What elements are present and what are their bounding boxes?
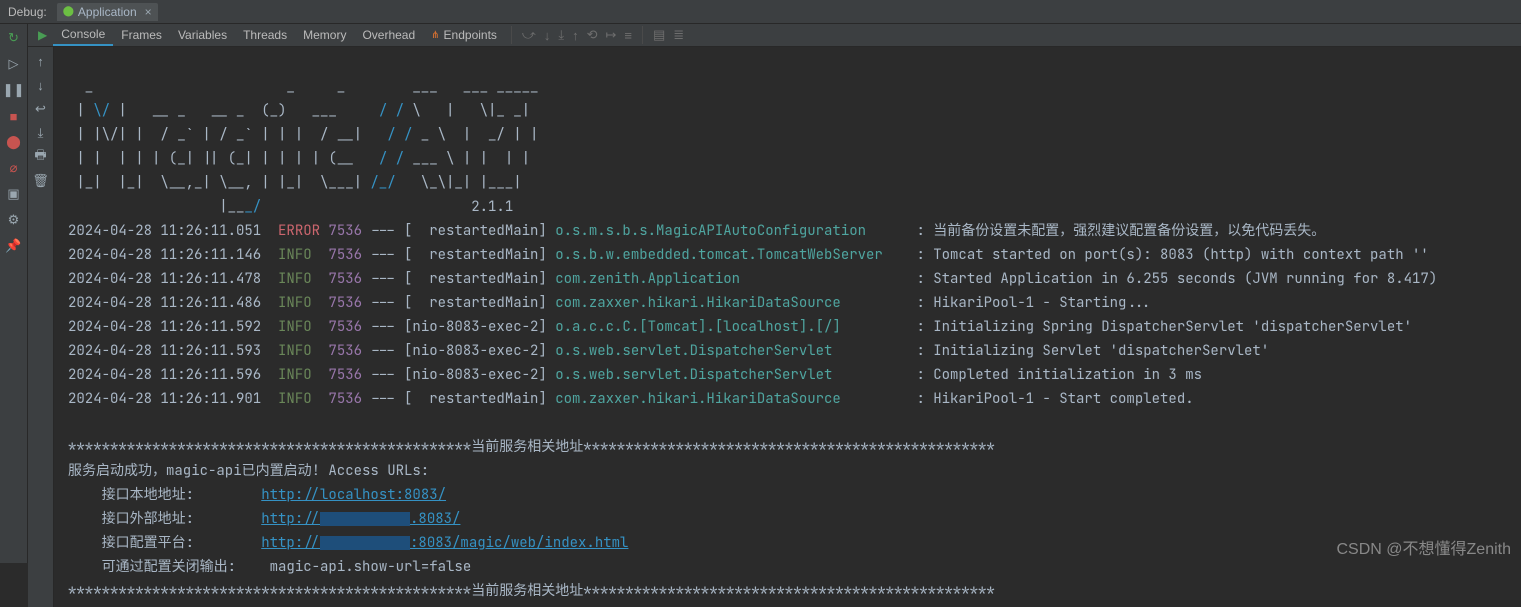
more-icon[interactable]: ≣ <box>669 24 688 46</box>
trace-icon[interactable]: ▤ <box>649 24 669 46</box>
endpoints-icon: ⋔ <box>431 30 439 41</box>
redacted-ip <box>320 536 410 550</box>
mute-breakpoints-icon[interactable]: ⌀ <box>6 160 22 176</box>
pin-icon[interactable]: 📌 <box>6 238 22 254</box>
step-into-icon[interactable]: ↓ <box>540 25 555 46</box>
url-cfg-label: 接口配置平台: <box>102 534 194 552</box>
banner-line: |_| |_| \__,_| \__, | |_| \___| /_/ \_\|… <box>68 174 522 192</box>
watermark: CSDN @不想懂得Zenith <box>1337 535 1512 559</box>
memory-tab[interactable]: Memory <box>295 25 354 45</box>
url-config[interactable]: http://:8083/magic/web/index.html <box>261 534 628 552</box>
separator <box>511 26 512 44</box>
scroll-to-end-icon[interactable]: ⤓ <box>33 125 49 141</box>
debug-toolbar: ▶ Console Frames Variables Threads Memor… <box>28 24 1521 47</box>
rerun-icon[interactable]: ↻ <box>6 30 22 46</box>
step-over-icon[interactable]: ⤻ <box>518 24 540 46</box>
close-icon[interactable]: × <box>145 5 152 19</box>
redacted-ip <box>320 512 410 526</box>
evaluate-icon[interactable]: ≡ <box>620 25 636 46</box>
log-line: 2024-04-28 11:26:11.486 INFO 7536 --- [ … <box>68 291 1513 315</box>
threads-tab[interactable]: Threads <box>235 25 295 45</box>
separator <box>642 26 643 44</box>
step-out-icon[interactable]: ↑ <box>568 25 583 46</box>
print-icon[interactable]: 🖶 <box>33 149 49 165</box>
soft-wrap-icon[interactable]: ↩ <box>33 101 49 117</box>
resume-icon[interactable]: ▷ <box>6 56 22 72</box>
breakpoints-icon[interactable]: ⬤ <box>6 134 22 150</box>
scroll-up-icon[interactable]: ↑ <box>33 53 49 69</box>
frames-tab[interactable]: Frames <box>113 25 170 45</box>
drop-frame-icon[interactable]: ⟲ <box>583 24 602 46</box>
force-step-into-icon[interactable]: ⤓ <box>554 24 568 46</box>
banner-line: |___/ 2.1.1 <box>68 198 513 216</box>
settings-icon[interactable]: ⚙ <box>6 212 22 228</box>
run-to-cursor-icon[interactable]: ↦ <box>601 24 620 46</box>
banner-line: | \/ | __ _ __ _ (_) ___ / / \ | \|_ _| <box>68 102 530 120</box>
endpoints-tab[interactable]: ⋔Endpoints <box>423 25 505 45</box>
url-close-value: magic-api.show-url=false <box>270 558 472 576</box>
url-local-label: 接口本地地址: <box>102 486 194 504</box>
url-close-label: 可通过配置关闭输出: <box>102 558 236 576</box>
banner-line: | |\/| | / _` | / _` | | | / __| / / _ \… <box>68 126 538 144</box>
debug-topbar: Debug: ⬤ Application × <box>0 0 1521 24</box>
spring-boot-icon: ⬤ <box>63 6 74 17</box>
overhead-tab[interactable]: Overhead <box>354 25 423 45</box>
scroll-down-icon[interactable]: ↓ <box>33 77 49 93</box>
log-line: 2024-04-28 11:26:11.593 INFO 7536 --- [n… <box>68 339 1513 363</box>
clear-icon[interactable]: 🗑 <box>33 173 49 189</box>
url-local[interactable]: http://localhost:8083/ <box>261 486 446 504</box>
url-external[interactable]: http://.8083/ <box>261 510 460 528</box>
log-line: 2024-04-28 11:26:11.592 INFO 7536 --- [n… <box>68 315 1513 339</box>
console-gutter: ↑ ↓ ↩ ⤓ 🖶 🗑 <box>28 47 54 607</box>
variables-tab[interactable]: Variables <box>170 25 235 45</box>
run-config-tab[interactable]: ⬤ Application × <box>57 3 158 21</box>
log-line: 2024-04-28 11:26:11.901 INFO 7536 --- [ … <box>68 387 1513 411</box>
pause-icon[interactable]: ❚❚ <box>6 82 22 98</box>
stop-icon[interactable]: ■ <box>6 108 22 124</box>
tab-label: Application <box>78 5 137 19</box>
console-tab[interactable]: Console <box>53 24 113 46</box>
banner-divider: ****************************************… <box>68 438 995 456</box>
banner-divider: ****************************************… <box>68 582 995 600</box>
console-output[interactable]: _ _ _ ___ ___ _____ | \/ | __ _ __ _ (_)… <box>54 47 1521 607</box>
camera-icon[interactable]: ▣ <box>6 186 22 202</box>
log-line: 2024-04-28 11:26:11.478 INFO 7536 --- [ … <box>68 267 1513 291</box>
log-line: 2024-04-28 11:26:11.596 INFO 7536 --- [n… <box>68 363 1513 387</box>
debug-left-gutter: ↻ ▷ ❚❚ ■ ⬤ ⌀ ▣ ⚙ 📌 <box>0 24 28 563</box>
banner-line: | | | | | (_| || (_| | | | | (__ / / ___… <box>68 150 530 168</box>
log-line: 2024-04-28 11:26:11.051 ERROR 7536 --- [… <box>68 219 1513 243</box>
start-msg: 服务启动成功，magic-api已内置启动! Access URLs: <box>68 462 429 480</box>
banner-line: _ _ _ ___ ___ _____ <box>68 78 538 96</box>
debugger-tab-icon[interactable]: ▶ <box>32 25 53 45</box>
log-line: 2024-04-28 11:26:11.146 INFO 7536 --- [ … <box>68 243 1513 267</box>
url-ext-label: 接口外部地址: <box>102 510 194 528</box>
debug-label: Debug: <box>8 5 47 19</box>
